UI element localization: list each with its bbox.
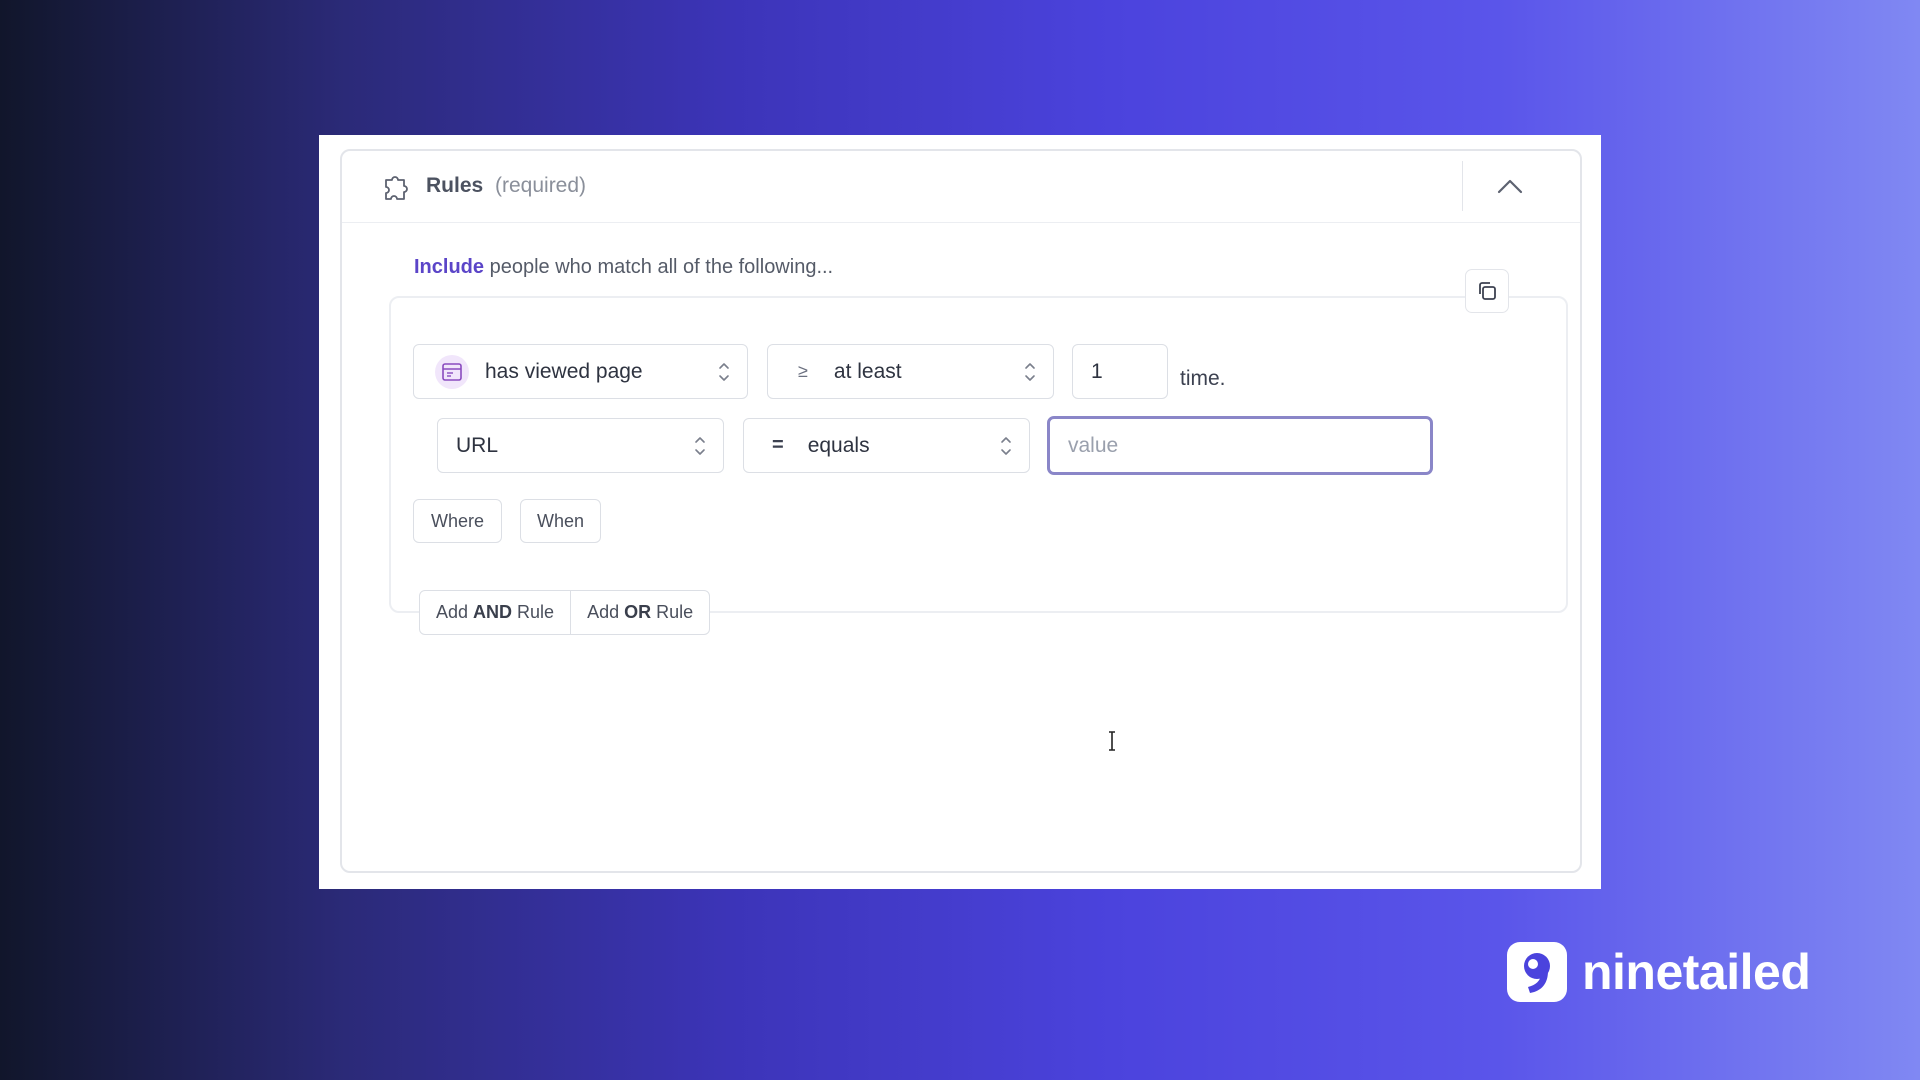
comparator-select[interactable]: = equals bbox=[743, 418, 1030, 473]
add-and-rule-button[interactable]: Add AND Rule bbox=[420, 591, 570, 634]
chevron-up-icon[interactable] bbox=[1492, 169, 1528, 205]
chevron-updown-icon bbox=[1001, 437, 1011, 455]
include-description: Include people who match all of the foll… bbox=[414, 256, 833, 279]
operator-select[interactable]: ≥ at least bbox=[767, 344, 1054, 399]
include-keyword[interactable]: Include bbox=[414, 256, 484, 278]
chevron-updown-icon bbox=[1025, 363, 1035, 381]
add-or-prefix: Add bbox=[587, 602, 620, 622]
comparator-select-value: equals bbox=[807, 433, 870, 457]
rules-title: Rules bbox=[426, 174, 484, 197]
chevron-updown-icon bbox=[719, 363, 729, 381]
brand-name: ninetailed bbox=[1582, 944, 1811, 1000]
copy-icon bbox=[1479, 282, 1496, 300]
add-or-rule-button[interactable]: Add OR Rule bbox=[570, 591, 709, 634]
ninetailed-logo-icon bbox=[1507, 942, 1567, 1002]
and-keyword: AND bbox=[473, 602, 513, 622]
add-and-prefix: Add bbox=[436, 602, 469, 622]
required-label: (required) bbox=[495, 174, 587, 197]
count-input[interactable]: 1 bbox=[1072, 344, 1168, 399]
operator-symbol: ≥ bbox=[798, 361, 808, 381]
add-or-suffix: Rule bbox=[656, 602, 694, 622]
property-select-value: URL bbox=[456, 433, 499, 457]
duplicate-button[interactable] bbox=[1465, 269, 1509, 313]
value-input[interactable]: value bbox=[1047, 416, 1433, 475]
event-select-value: has viewed page bbox=[485, 359, 643, 383]
page-view-icon bbox=[435, 354, 469, 389]
include-text: people who match all of the following... bbox=[489, 256, 834, 278]
add-and-suffix: Rule bbox=[517, 602, 555, 622]
or-keyword: OR bbox=[624, 602, 652, 622]
when-button[interactable]: When bbox=[520, 499, 601, 543]
add-rule-group: Add AND Rule Add OR Rule bbox=[419, 590, 711, 635]
puzzle-piece-icon bbox=[385, 176, 408, 200]
where-button[interactable]: Where bbox=[413, 499, 502, 543]
chevron-updown-icon bbox=[695, 437, 705, 455]
event-select[interactable]: has viewed page bbox=[413, 344, 748, 399]
ninetailed-logo: ninetailed bbox=[1507, 942, 1811, 1002]
rules-header[interactable]: Rules (required) bbox=[342, 151, 1580, 223]
rules-screenshot-canvas: Rules (required) Include people who matc… bbox=[319, 135, 1601, 889]
property-select[interactable]: URL bbox=[437, 418, 724, 473]
text-cursor-icon bbox=[1109, 731, 1115, 751]
comparator-symbol: = bbox=[772, 434, 784, 456]
header-divider bbox=[1462, 161, 1463, 211]
operator-select-value: at least bbox=[833, 359, 902, 383]
count-suffix: time. bbox=[1180, 367, 1226, 390]
